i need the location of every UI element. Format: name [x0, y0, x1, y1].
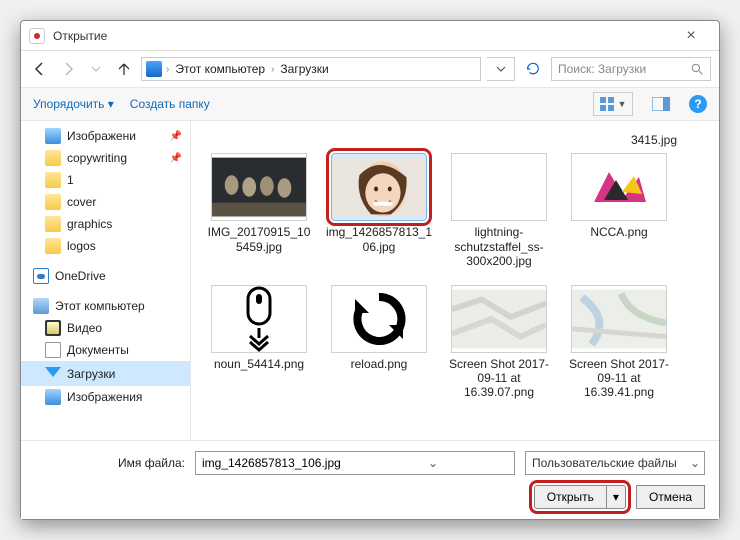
back-button[interactable] — [29, 58, 51, 80]
toolbar: Упорядочить ▾ Создать папку ▼ ? — [21, 87, 719, 121]
folder-tree[interactable]: Изображени📌 copywriting📌 1 cover graphic… — [21, 121, 191, 440]
search-input[interactable]: Поиск: Загрузки — [551, 57, 711, 81]
app-icon — [29, 28, 45, 44]
onedrive-icon — [33, 268, 49, 284]
new-folder-button[interactable]: Создать папку — [130, 97, 210, 111]
breadcrumb-root[interactable]: Этот компьютер — [173, 62, 267, 76]
tree-item-cover[interactable]: cover — [21, 191, 190, 213]
file-name: NCCA.png — [590, 225, 647, 239]
pictures-icon — [45, 128, 61, 144]
thumbnail — [331, 153, 427, 221]
tree-item-images[interactable]: Изображени📌 — [21, 125, 190, 147]
dialog-body: Изображени📌 copywriting📌 1 cover graphic… — [21, 121, 719, 440]
tree-item-logos[interactable]: logos — [21, 235, 190, 257]
refresh-button[interactable] — [521, 57, 545, 81]
thumbnail — [331, 285, 427, 353]
document-icon — [45, 342, 61, 358]
filename-value: img_1426857813_106.jpg — [202, 456, 356, 470]
file-name: IMG_20170915_105459.jpg — [205, 225, 313, 254]
tree-item-copywriting[interactable]: copywriting📌 — [21, 147, 190, 169]
file-name: Screen Shot 2017-09-11 at 16.39.41.png — [565, 357, 673, 400]
preview-pane-button[interactable] — [649, 92, 673, 116]
cancel-button[interactable]: Отмена — [636, 485, 705, 509]
thumbnail — [451, 285, 547, 353]
filename-label: Имя файла: — [118, 456, 185, 470]
open-dropdown-icon[interactable]: ▾ — [607, 490, 625, 504]
tree-item-video[interactable]: Видео — [21, 317, 190, 339]
file-name: noun_54414.png — [214, 357, 304, 371]
file-name: Screen Shot 2017-09-11 at 16.39.07.png — [445, 357, 553, 400]
file-name-truncated[interactable]: 3415.jpg — [631, 133, 677, 147]
file-item[interactable]: lightning-schutzstaffel_ss-300x200.jpg — [443, 147, 555, 274]
folder-icon — [45, 238, 61, 254]
organize-menu[interactable]: Упорядочить ▾ — [33, 97, 114, 111]
recent-dropdown[interactable] — [85, 58, 107, 80]
chevron-down-icon: ⌄ — [690, 456, 700, 470]
view-mode-button[interactable]: ▼ — [593, 92, 633, 116]
video-icon — [45, 320, 61, 336]
thumbnail — [571, 285, 667, 353]
file-pane: 3415.jpg IMG_20170915_105459.jpg img_142… — [191, 121, 719, 440]
downloads-location-icon — [146, 61, 162, 77]
tree-item-1[interactable]: 1 — [21, 169, 190, 191]
file-item[interactable]: Screen Shot 2017-09-11 at 16.39.41.png — [563, 279, 675, 406]
nav-row: › Этот компьютер › Загрузки Поиск: Загру… — [21, 51, 719, 87]
downloads-icon — [45, 367, 61, 383]
search-placeholder: Поиск: Загрузки — [558, 62, 646, 76]
thumbnail — [571, 153, 667, 221]
chevron-right-icon: › — [166, 64, 169, 75]
titlebar: Открытие × — [21, 21, 719, 51]
file-item[interactable]: NCCA.png — [563, 147, 675, 274]
file-item[interactable]: IMG_20170915_105459.jpg — [203, 147, 315, 274]
folder-icon — [45, 172, 61, 188]
thumbnail — [211, 153, 307, 221]
tree-item-downloads[interactable]: Загрузки — [21, 361, 190, 386]
chevron-right-icon: › — [271, 64, 274, 75]
file-item-selected[interactable]: img_1426857813_106.jpg — [323, 147, 435, 274]
chevron-down-icon[interactable]: ⌄ — [356, 456, 510, 470]
thumbnail — [451, 153, 547, 221]
file-item[interactable]: noun_54414.png — [203, 279, 315, 406]
file-name: reload.png — [351, 357, 408, 371]
breadcrumb-dropdown[interactable] — [487, 57, 515, 81]
breadcrumb[interactable]: › Этот компьютер › Загрузки — [141, 57, 481, 81]
thumbnail — [211, 285, 307, 353]
computer-icon — [33, 298, 49, 314]
forward-button[interactable] — [57, 58, 79, 80]
file-name: lightning-schutzstaffel_ss-300x200.jpg — [445, 225, 553, 268]
file-type-filter[interactable]: Пользовательские файлы ⌄ — [525, 451, 705, 475]
footer: Имя файла: img_1426857813_106.jpg ⌄ Поль… — [21, 440, 719, 519]
window-title: Открытие — [53, 29, 107, 43]
filename-input[interactable]: img_1426857813_106.jpg ⌄ — [195, 451, 515, 475]
folder-icon — [45, 194, 61, 210]
tree-item-documents[interactable]: Документы — [21, 339, 190, 361]
tree-item-images2[interactable]: Изображения — [21, 386, 190, 408]
help-button[interactable]: ? — [689, 95, 707, 113]
tree-item-graphics[interactable]: graphics — [21, 213, 190, 235]
up-button[interactable] — [113, 58, 135, 80]
breadcrumb-folder[interactable]: Загрузки — [278, 62, 330, 76]
file-item[interactable]: Screen Shot 2017-09-11 at 16.39.07.png — [443, 279, 555, 406]
file-item[interactable]: reload.png — [323, 279, 435, 406]
tree-item-thispc[interactable]: Этот компьютер — [21, 295, 190, 317]
folder-icon — [45, 150, 61, 166]
pin-icon: 📌 — [170, 131, 182, 142]
pictures-icon — [45, 389, 61, 405]
folder-icon — [45, 216, 61, 232]
file-open-dialog: Открытие × › Этот компьютер › Загрузки П… — [20, 20, 720, 520]
file-name: img_1426857813_106.jpg — [325, 225, 433, 254]
search-icon — [691, 63, 704, 76]
close-icon[interactable]: × — [671, 27, 711, 45]
tree-item-onedrive[interactable]: OneDrive — [21, 265, 190, 287]
pin-icon: 📌 — [170, 153, 182, 164]
open-button[interactable]: Открыть ▾ — [534, 485, 626, 509]
